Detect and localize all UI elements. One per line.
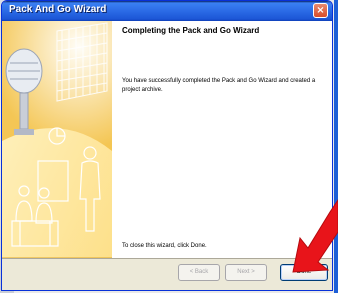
background-window-edge-right [334, 0, 338, 293]
close-instruction: To close this wizard, click Done. [122, 243, 207, 249]
back-button[interactable]: < Back [178, 264, 220, 281]
wizard-sidebar-illustration [2, 21, 112, 258]
next-button[interactable]: Next > [225, 264, 267, 281]
wizard-text-pane: Completing the Pack and Go Wizard You ha… [120, 21, 332, 258]
done-button[interactable]: Done [280, 264, 328, 281]
close-button[interactable]: × [313, 3, 328, 18]
completion-message: You have successfully completed the Pack… [122, 78, 316, 93]
window-title: Pack And Go Wizard [9, 4, 107, 15]
wizard-window: Pack And Go Wizard × Completing the Pack… [1, 0, 333, 291]
wizard-content: Completing the Pack and Go Wizard You ha… [2, 21, 332, 258]
title-bar[interactable]: Pack And Go Wizard × [2, 1, 332, 21]
page-title: Completing the Pack and Go Wizard [122, 26, 260, 35]
footer-divider [2, 258, 332, 259]
wizard-illustration [2, 21, 112, 258]
